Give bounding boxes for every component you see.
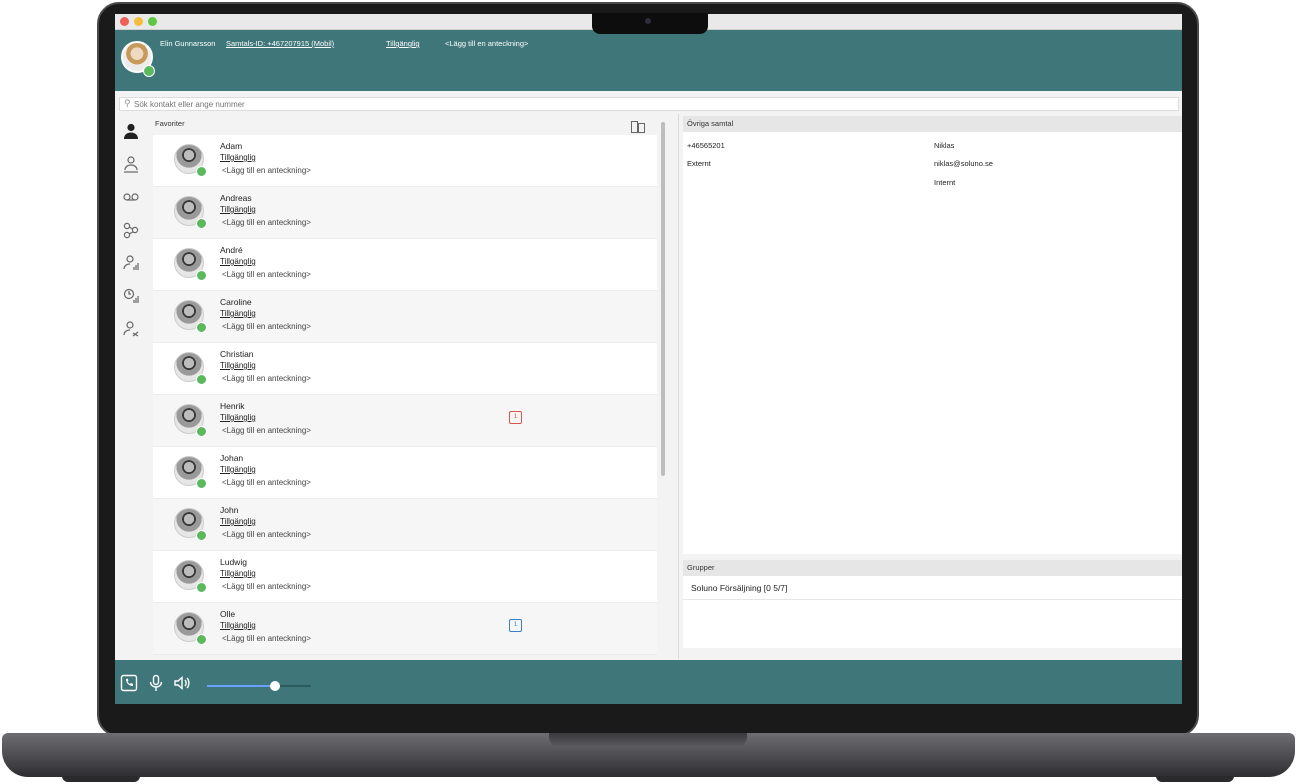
- contact-note[interactable]: <Lägg till en anteckning>: [222, 478, 311, 487]
- calendar-icon[interactable]: 1: [509, 411, 522, 424]
- presence-available-icon: [196, 270, 207, 281]
- contact-status-link[interactable]: Tillgänglig: [220, 413, 256, 422]
- queue-stats-icon[interactable]: [121, 286, 141, 306]
- laptop-foot-left: [62, 776, 140, 782]
- dialpad-person-icon[interactable]: [121, 154, 141, 174]
- navigation-rail: [115, 114, 149, 664]
- camera-icon: [645, 18, 651, 24]
- favorites-title: Favoriter: [155, 119, 185, 128]
- queue-person-icon[interactable]: [121, 253, 141, 273]
- contact-row[interactable]: Ludwig Tillgänglig <Lägg till en antecknin…: [153, 551, 657, 603]
- user-header: Elin Gunnarsson Samtals-ID: +467207915 (…: [115, 30, 1182, 91]
- search-input[interactable]: [134, 98, 534, 110]
- presence-available-icon: [196, 530, 207, 541]
- calendar-icon[interactable]: 1: [509, 619, 522, 632]
- laptop-base-notch: [549, 733, 747, 747]
- favorites-list: Adam Tillgänglig <Lägg till en anteckning>…: [153, 135, 657, 655]
- contact-row[interactable]: John Tillgänglig <Lägg till en anteckning>: [153, 499, 657, 551]
- contact-row[interactable]: Olle Tillgänglig <Lägg till en anteckning>…: [153, 603, 657, 655]
- presence-available-icon: [196, 478, 207, 489]
- contact-name[interactable]: Ludwig: [220, 557, 247, 567]
- volume-slider-fill: [207, 685, 275, 687]
- contact-name[interactable]: André: [220, 245, 243, 255]
- presence-available-icon: [196, 218, 207, 229]
- contact-note[interactable]: <Lägg till en anteckning>: [222, 426, 311, 435]
- contact-note[interactable]: <Lägg till en anteckning>: [222, 166, 311, 175]
- call-id-link[interactable]: Samtals-ID: +467207915 (Mobil): [226, 39, 334, 48]
- user-status-indicator: [143, 65, 155, 77]
- view-toggle-icon[interactable]: [631, 120, 645, 133]
- volume-slider-thumb[interactable]: [269, 681, 280, 691]
- contact-row[interactable]: André Tillgänglig <Lägg till en anteckning…: [153, 239, 657, 291]
- call-controls-bar: [115, 660, 1182, 704]
- camera-notch: [592, 13, 708, 34]
- speaker-icon[interactable]: [173, 674, 191, 692]
- contact-note[interactable]: <Lägg till en anteckning>: [222, 374, 311, 383]
- contact-name[interactable]: Andreas: [220, 193, 252, 203]
- contact-row[interactable]: Adam Tillgänglig <Lägg till en anteckning>: [153, 135, 657, 187]
- contact-name[interactable]: Olle: [220, 609, 235, 619]
- contact-name[interactable]: Henrik: [220, 401, 245, 411]
- contact-note[interactable]: <Lägg till en anteckning>: [222, 582, 311, 591]
- contact-name[interactable]: Caroline: [220, 297, 252, 307]
- app-window: SolunoBC Elin Gunnarsson Samtals-ID: +46…: [115, 14, 1182, 704]
- contact-status-link[interactable]: Tillgänglig: [220, 569, 256, 578]
- call-scope: Internt: [934, 178, 956, 187]
- contact-status-link[interactable]: Tillgänglig: [220, 153, 256, 162]
- contact-status-link[interactable]: Tillgänglig: [220, 205, 256, 214]
- user-note-link[interactable]: <Lägg till en anteckning>: [445, 39, 528, 48]
- presence-available-icon: [196, 426, 207, 437]
- contact-status-link[interactable]: Tillgänglig: [220, 517, 256, 526]
- contact-status-link[interactable]: Tillgänglig: [220, 257, 256, 266]
- presence-available-icon: [196, 582, 207, 593]
- contact-row[interactable]: Christian Tillgänglig <Lägg till en anteck…: [153, 343, 657, 395]
- presence-available-icon: [196, 374, 207, 385]
- transfer-person-icon[interactable]: [121, 319, 141, 339]
- contact-status-link[interactable]: Tillgänglig: [220, 621, 256, 630]
- contact-row[interactable]: Andreas Tillgänglig <Lägg till en anteckni…: [153, 187, 657, 239]
- contact-row[interactable]: Henrik Tillgänglig <Lägg till en antecknin…: [153, 395, 657, 447]
- contact-note[interactable]: <Lägg till en anteckning>: [222, 634, 311, 643]
- contact-note[interactable]: <Lägg till en anteckning>: [222, 218, 311, 227]
- contact-name[interactable]: Adam: [220, 141, 242, 151]
- contact-name[interactable]: John: [220, 505, 238, 515]
- contacts-icon[interactable]: [121, 121, 141, 141]
- call-contact-email[interactable]: niklas@soluno.se: [934, 159, 993, 168]
- call-contact-name[interactable]: Niklas: [934, 141, 954, 150]
- user-status-link[interactable]: Tillgänglig: [386, 39, 420, 48]
- contact-note[interactable]: <Lägg till en anteckning>: [222, 270, 311, 279]
- contact-status-link[interactable]: Tillgänglig: [220, 361, 256, 370]
- user-name: Elin Gunnarsson: [160, 39, 216, 48]
- favorites-scrollbar[interactable]: [661, 122, 665, 476]
- share-icon[interactable]: [121, 220, 141, 240]
- groups-panel: Soluno Försäljning [0 5/7]: [683, 576, 1182, 648]
- contact-note[interactable]: <Lägg till en anteckning>: [222, 322, 311, 331]
- other-calls-panel: +46565201 Externt Niklas niklas@soluno.s…: [683, 132, 1182, 554]
- presence-available-icon: [196, 322, 207, 333]
- contact-row[interactable]: Johan Tillgänglig <Lägg till en anteckning…: [153, 447, 657, 499]
- panel-divider[interactable]: [678, 114, 679, 659]
- presence-available-icon: [196, 634, 207, 645]
- call-number[interactable]: +46565201: [687, 141, 725, 150]
- contact-status-link[interactable]: Tillgänglig: [220, 465, 256, 474]
- contact-name[interactable]: Christian: [220, 349, 254, 359]
- call-type: Externt: [687, 159, 711, 168]
- other-calls-title: Övriga samtal: [683, 116, 1182, 132]
- group-item[interactable]: Soluno Försäljning [0 5/7]: [683, 576, 1182, 600]
- microphone-icon[interactable]: [147, 674, 165, 692]
- contact-row[interactable]: Caroline Tillgänglig <Lägg till en anteckn…: [153, 291, 657, 343]
- search-icon: ⚲: [124, 98, 131, 108]
- contact-note[interactable]: <Lägg till en anteckning>: [222, 530, 311, 539]
- volume-slider[interactable]: [207, 681, 311, 691]
- presence-available-icon: [196, 166, 207, 177]
- contact-name[interactable]: Johan: [220, 453, 243, 463]
- phone-icon[interactable]: [120, 674, 138, 692]
- voicemail-icon[interactable]: [121, 187, 141, 207]
- groups-title: Grupper: [683, 560, 1182, 576]
- search-bar: ⚲: [119, 97, 1179, 111]
- laptop-foot-right: [1156, 776, 1234, 782]
- contact-status-link[interactable]: Tillgänglig: [220, 309, 256, 318]
